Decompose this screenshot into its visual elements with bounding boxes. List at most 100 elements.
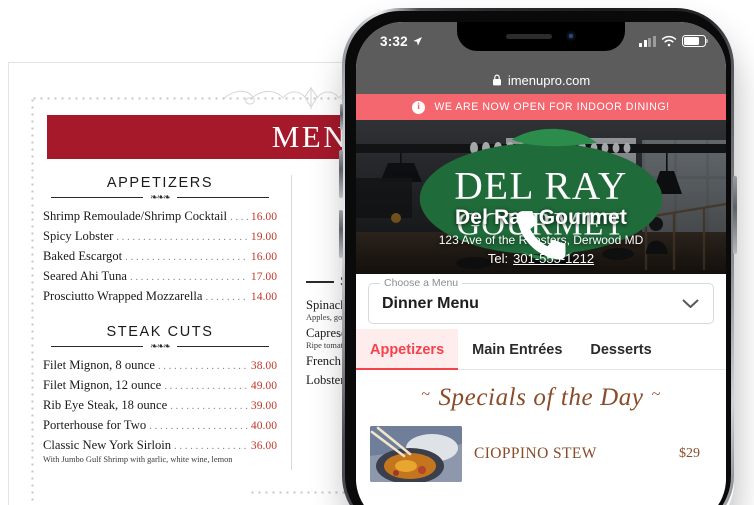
menu-item-leader: .................................... [116, 231, 248, 243]
menu-dotted-border-left [31, 97, 34, 505]
menu-column-one: APPETIZERS ❧❧❧ Shrimp Remoulade/Shrimp C… [43, 175, 291, 470]
front-camera-icon [566, 31, 576, 41]
menu-select-value: Dinner Menu [382, 294, 479, 312]
menu-item-price: 36.00 [250, 439, 277, 452]
phone-notch [457, 22, 625, 51]
specials-heading-text: Specials of the Day [438, 384, 644, 411]
silent-switch-button[interactable] [340, 104, 343, 130]
menu-item: Spicy Lobster ..........................… [43, 229, 277, 244]
menu-item-name: Spicy Lobster [43, 229, 114, 243]
menu-item-price: 16.00 [250, 250, 277, 263]
menu-item-price: 16.00 [250, 210, 277, 223]
section-divider-steak-cuts: ❧❧❧ [43, 341, 277, 352]
menu-item-leader: .................................... [164, 380, 248, 392]
info-circle-icon: i [412, 100, 426, 114]
alert-banner-text: WE ARE NOW OPEN FOR INDOOR DINING! [434, 101, 670, 113]
special-item-name: CIOPPINO STEW [474, 445, 597, 462]
menu-item-price: 38.00 [250, 359, 277, 372]
volume-up-button[interactable] [339, 150, 343, 198]
special-item-thumbnail[interactable] [370, 426, 462, 482]
browser-url-bar[interactable]: imenupro.com [356, 66, 726, 94]
earpiece-speaker-icon [506, 33, 552, 39]
battery-icon [682, 35, 709, 47]
menu-item-price: 17.00 [250, 270, 277, 283]
menu-item-price: 39.00 [250, 399, 277, 412]
menu-item: Baked Escargot .........................… [43, 249, 277, 264]
tab-main-entrees[interactable]: Main Entrées [458, 329, 576, 369]
menu-item: Porterhouse for Two ....................… [43, 418, 277, 433]
divider-knot-icon: ❧❧❧ [143, 192, 177, 202]
menu-item-name: Filet Mignon, 8 ounce [43, 358, 155, 372]
menu-item-leader: .................................... [230, 211, 248, 223]
menu-item: Shrimp Remoulade/Shrimp Cocktail .......… [43, 209, 277, 224]
menu-item: Prosciutto Wrapped Mozzarella ..........… [43, 289, 277, 304]
volume-down-button[interactable] [339, 210, 343, 258]
menu-item-leader: .................................... [170, 400, 248, 412]
iphone-mockup: 3:32 imenupro.com i WE ARE NOW OPEN FOR … [339, 8, 740, 505]
menu-item: Classic New York Sirloin ...............… [43, 438, 277, 465]
chevron-down-icon[interactable] [682, 299, 699, 309]
cioppino-stew-photo [370, 426, 462, 482]
curl-left-icon: ~ [421, 386, 431, 403]
menu-item-name: Prosciutto Wrapped Mozzarella [43, 289, 203, 303]
menu-item-description: With Jumbo Gulf Shrimp with garlic, whit… [43, 455, 233, 464]
power-button[interactable] [733, 176, 737, 254]
menu-select[interactable]: Choose a Menu Dinner Menu [368, 277, 714, 324]
menu-item: Rib Eye Steak, 18 ounce ................… [43, 398, 277, 413]
section-title-appetizers: APPETIZERS [106, 175, 214, 191]
divider-knot-icon: ❧❧❧ [143, 341, 177, 351]
phone-icon [516, 210, 566, 260]
curl-right-icon: ~ [651, 386, 661, 403]
tab-desserts[interactable]: Desserts [576, 329, 665, 369]
divider-line [306, 281, 334, 283]
phone-frame-inner: 3:32 imenupro.com i WE ARE NOW OPEN FOR … [345, 11, 731, 505]
special-item-row[interactable]: CIOPPINO STEW $29 [366, 426, 716, 482]
menu-item-leader: .................................... [157, 360, 248, 372]
menu-item-name: Classic New York Sirloin [43, 438, 172, 452]
restaurant-info: Del Ray Gourmet 123 Ave of the Roosters,… [356, 205, 726, 266]
tab-appetizers[interactable]: Appetizers [356, 329, 459, 370]
menu-item-leader: .................................... [125, 251, 248, 263]
location-arrow-icon [413, 37, 422, 46]
svg-text:DEL RAY: DEL RAY [454, 164, 627, 208]
lock-icon [492, 74, 501, 86]
status-bar-indicators [639, 35, 709, 47]
menu-item-name: Porterhouse for Two [43, 418, 147, 432]
special-item-price: $29 [679, 446, 700, 461]
menu-item: Seared Ahi Tuna ........................… [43, 269, 277, 284]
restaurant-phone-row[interactable]: Tel: 301-555-1212 [356, 210, 726, 266]
menu-item-price: 40.00 [250, 419, 277, 432]
restaurant-hero-image: DEL RAY GOURMET Del Ray Gourmet 123 Ave … [356, 120, 726, 274]
screenshot-stage: MENU APPETIZERS ❧❧❧ Shrimp Remoulade/Shr… [0, 0, 754, 505]
wifi-icon [661, 35, 677, 47]
menu-section-steak-cuts: STEAK CUTS ❧❧❧ Filet Mignon, 8 ounce ...… [43, 324, 277, 465]
specials-of-the-day-section: ~ Specials of the Day ~ CIOPPINO STEW $2… [356, 370, 726, 482]
menu-item-leader: .................................... [205, 291, 248, 303]
menu-item-leader: .................................... [174, 440, 248, 452]
signal-bars-icon [639, 35, 656, 47]
phone-screen: 3:32 imenupro.com i WE ARE NOW OPEN FOR … [356, 22, 726, 505]
menu-selector-wrapper: Choose a Menu Dinner Menu [356, 274, 726, 329]
section-title-steak-cuts: STEAK CUTS [106, 324, 214, 340]
menu-item-name: Baked Escargot [43, 249, 123, 263]
menu-item: Filet Mignon, 12 ounce .................… [43, 378, 277, 393]
indoor-dining-alert-banner[interactable]: i WE ARE NOW OPEN FOR INDOOR DINING! [356, 94, 726, 120]
specials-heading: ~ Specials of the Day ~ [366, 384, 716, 412]
menu-item-price: 19.00 [250, 230, 277, 243]
menu-item-leader: .................................... [149, 420, 248, 432]
menu-category-tabs: Appetizers Main Entrées Desserts [356, 329, 726, 370]
menu-item-name: Shrimp Remoulade/Shrimp Cocktail [43, 209, 227, 223]
menu-item-price: 14.00 [250, 290, 277, 303]
menu-item-leader: .................................... [129, 271, 248, 283]
menu-item-name: Filet Mignon, 12 ounce [43, 378, 162, 392]
status-bar-time-group: 3:32 [380, 34, 423, 49]
phone-frame-outer: 3:32 imenupro.com i WE ARE NOW OPEN FOR … [339, 8, 737, 505]
status-bar: 3:32 [356, 22, 726, 66]
menu-select-label: Choose a Menu [380, 277, 463, 289]
menu-item-name: Seared Ahi Tuna [43, 269, 127, 283]
status-time-text: 3:32 [380, 34, 408, 49]
menu-section-appetizers: APPETIZERS ❧❧❧ Shrimp Remoulade/Shrimp C… [43, 175, 277, 304]
menu-item-price: 49.00 [250, 379, 277, 392]
menu-item-name: Rib Eye Steak, 18 ounce [43, 398, 168, 412]
menu-item: Filet Mignon, 8 ounce ..................… [43, 358, 277, 373]
